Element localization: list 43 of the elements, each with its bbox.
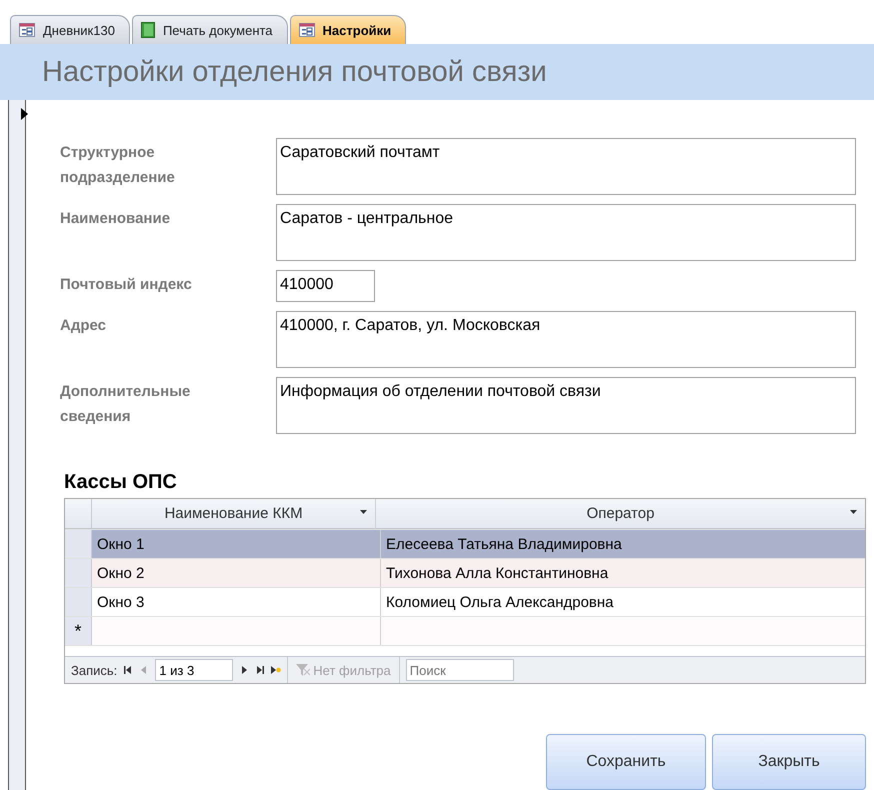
field-label: Адрес — [60, 316, 108, 336]
new-record-cell[interactable] — [92, 617, 381, 645]
column-header[interactable]: Наименование ККМ — [92, 499, 376, 529]
table-cell: Окно 1 — [92, 530, 381, 558]
input-field[interactable]: Саратовский почтамт — [276, 138, 856, 195]
table-cell: Окно 3 — [92, 588, 381, 616]
dropdown-caret-icon[interactable] — [360, 510, 367, 514]
first-record-icon[interactable] — [123, 665, 134, 675]
dropdown-caret-icon[interactable] — [850, 510, 857, 514]
form-button[interactable]: Закрыть — [712, 734, 866, 790]
form-button[interactable]: Сохранить — [546, 734, 706, 790]
search-field[interactable]: Поиск — [406, 659, 514, 681]
next-record-icon[interactable] — [239, 665, 250, 675]
table-cell-text: Коломиец Ольга Александровна — [385, 592, 615, 612]
document-tab[interactable]: Печать документа — [132, 15, 288, 44]
new-record-icon[interactable] — [271, 665, 282, 675]
subform-title: Кассы ОПС — [64, 471, 178, 494]
record-selector[interactable] — [8, 100, 26, 790]
input-field[interactable]: Саратов - центральное — [276, 204, 856, 261]
column-header[interactable]: Оператор — [376, 499, 865, 529]
field-label: Дополнительные сведения — [60, 382, 192, 427]
table-cell: Тихонова Алла Константиновна — [381, 559, 865, 587]
last-record-icon[interactable] — [255, 665, 266, 675]
form-title: Настройки отделения почтовой связи — [42, 56, 547, 88]
input-field[interactable]: 410000, г. Саратов, ул. Московская — [276, 311, 856, 368]
new-record-cell[interactable] — [381, 617, 865, 645]
table-cell: Елесеева Татьяна Владимировна — [381, 530, 865, 558]
filter-icon — [296, 664, 310, 676]
document-tab[interactable]: Настройки — [290, 15, 406, 44]
record-label: Запись: — [71, 662, 118, 678]
new-record-marker: * — [65, 617, 92, 645]
record-number-field[interactable]: 1 из 3 — [155, 659, 234, 681]
table-cell: Окно 2 — [92, 559, 381, 587]
form-icon — [298, 23, 315, 37]
report-icon — [140, 22, 155, 38]
document-tab[interactable]: Дневник130 — [10, 15, 130, 44]
input-field[interactable]: Информация об отделении почтовой связи — [276, 377, 856, 434]
field-label: Структурное подразделение — [60, 143, 176, 188]
current-record-icon — [21, 108, 28, 120]
input-field[interactable]: 410000 — [276, 270, 375, 302]
field-label: Наименование — [60, 209, 172, 229]
field-label: Почтовый индекс — [60, 275, 193, 295]
form-icon — [19, 23, 35, 37]
